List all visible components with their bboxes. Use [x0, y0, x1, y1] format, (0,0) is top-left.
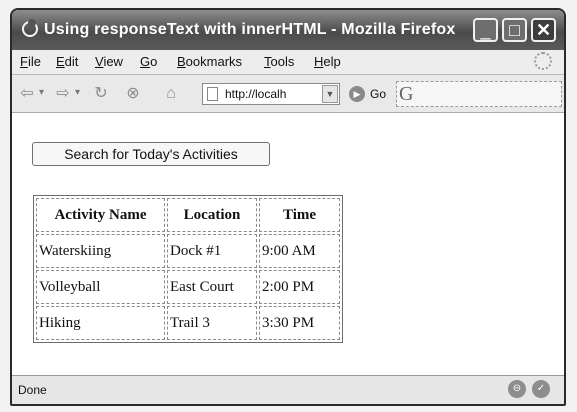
menu-tools[interactable]: Tools: [264, 54, 294, 69]
cell-activity-name: Volleyball: [36, 270, 165, 304]
status-check-icon[interactable]: ✓: [532, 380, 550, 398]
window-controls: _ □ ✕: [473, 18, 556, 42]
forward-icon[interactable]: ⇨: [54, 85, 72, 103]
back-icon[interactable]: ⇦: [18, 85, 36, 103]
menu-help-rest: elp: [323, 54, 341, 69]
back-dropdown-icon[interactable]: ▾: [39, 87, 44, 98]
cell-location: East Court: [167, 270, 257, 304]
reload-icon[interactable]: ↻: [92, 85, 110, 103]
menu-bar: File Edit View Go Bookmarks Tools Help: [12, 50, 564, 75]
menu-help[interactable]: Help: [314, 54, 341, 69]
menu-edit-rest: dit: [64, 54, 79, 69]
cell-time: 3:30 PM: [259, 306, 340, 340]
close-button[interactable]: ✕: [531, 18, 556, 42]
activities-table: Activity Name Location Time Waterskiing …: [33, 195, 343, 343]
browser-window: Using responseText with innerHTML - Mozi…: [10, 8, 566, 406]
status-text: Done: [18, 383, 47, 397]
forward-dropdown-icon[interactable]: ▾: [75, 87, 80, 98]
home-icon[interactable]: ⌂: [162, 85, 180, 103]
google-search-engine-icon[interactable]: G: [399, 83, 421, 105]
menu-file[interactable]: File: [20, 54, 41, 69]
firefox-icon: [22, 19, 38, 37]
column-header-activity-name: Activity Name: [36, 198, 165, 232]
title-bar[interactable]: Using responseText with innerHTML - Mozi…: [12, 10, 564, 50]
throbber-icon: [534, 52, 552, 70]
menu-tools-rest: ools: [270, 54, 295, 69]
menu-view[interactable]: View: [95, 54, 123, 69]
menu-file-rest: ile: [27, 54, 41, 69]
url-history-dropdown-icon[interactable]: ▼: [322, 85, 338, 103]
search-box[interactable]: G: [396, 81, 562, 107]
column-header-time: Time: [259, 198, 340, 232]
table-row: Hiking Trail 3 3:30 PM: [36, 306, 340, 340]
status-bar: Done ⊖ ✓: [12, 375, 564, 404]
table-row: Waterskiing Dock #1 9:00 AM: [36, 234, 340, 268]
table-row: Volleyball East Court 2:00 PM: [36, 270, 340, 304]
security-status-icon[interactable]: ⊖: [508, 380, 526, 398]
cell-time: 9:00 AM: [259, 234, 340, 268]
window-title: Using responseText with innerHTML - Mozi…: [44, 21, 456, 38]
menu-view-rest: iew: [103, 54, 123, 69]
url-bar[interactable]: http://localh ▼: [202, 83, 340, 105]
cell-location: Trail 3: [167, 306, 257, 340]
menu-bookmarks-mnemonic: B: [177, 54, 186, 69]
menu-go-mnemonic: G: [140, 54, 151, 69]
menu-bookmarks[interactable]: Bookmarks: [177, 54, 242, 69]
menu-edit[interactable]: Edit: [56, 54, 78, 69]
cell-activity-name: Waterskiing: [36, 234, 165, 268]
menu-help-mnemonic: H: [314, 54, 324, 69]
navigation-toolbar: ⇦ ▾ ⇨ ▾ ↻ ⊗ ⌂ http://localh ▼ ▶ Go G: [12, 75, 564, 113]
url-text[interactable]: http://localh: [225, 87, 286, 101]
go-button-label[interactable]: Go: [370, 87, 386, 101]
menu-go[interactable]: Go: [140, 54, 157, 69]
menu-edit-mnemonic: E: [56, 54, 65, 69]
page-content: Search for Today's Activities Activity N…: [12, 113, 564, 379]
maximize-button[interactable]: □: [502, 18, 527, 42]
table-header-row: Activity Name Location Time: [36, 198, 340, 232]
page-icon: [207, 87, 218, 101]
menu-file-mnemonic: F: [20, 54, 28, 69]
cell-time: 2:00 PM: [259, 270, 340, 304]
search-activities-button[interactable]: Search for Today's Activities: [32, 142, 270, 166]
minimize-button[interactable]: _: [473, 18, 498, 42]
cell-activity-name: Hiking: [36, 306, 165, 340]
cell-location: Dock #1: [167, 234, 257, 268]
column-header-location: Location: [167, 198, 257, 232]
go-icon[interactable]: ▶: [349, 86, 365, 102]
stop-icon[interactable]: ⊗: [124, 85, 142, 103]
menu-go-rest: o: [150, 54, 158, 69]
menu-bookmarks-rest: ookmarks: [185, 54, 243, 69]
